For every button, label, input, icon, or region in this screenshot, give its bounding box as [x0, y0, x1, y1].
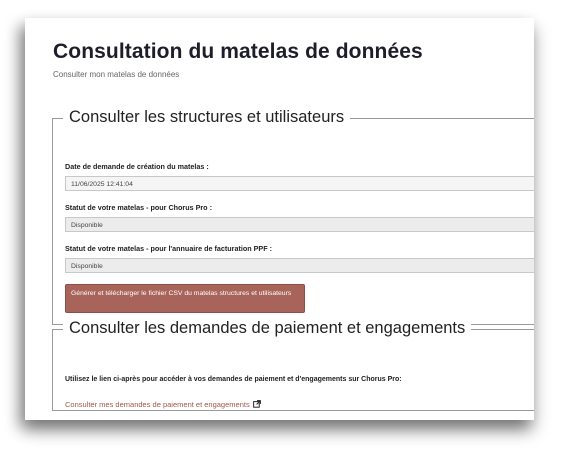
chorus-status-label: Statut de votre matelas - pour Chorus Pr… [65, 203, 212, 212]
paiement-description: Utilisez le lien ci-après pour accéder à… [65, 376, 402, 383]
ppf-status-field[interactable]: Disponible [65, 258, 534, 273]
page-subtitle: Consulter mon matelas de données [53, 70, 180, 79]
chorus-paiement-link[interactable]: Consulter mes demandes de paiement et en… [65, 400, 261, 410]
download-csv-button[interactable]: Générer et télécharger le fichier CSV du… [65, 284, 305, 313]
creation-date-field[interactable]: 11/06/2025 12:41:04 [65, 176, 534, 191]
paiement-section: Consulter les demandes de paiement et en… [52, 319, 534, 411]
chorus-status-field[interactable]: Disponible [65, 217, 534, 232]
page-title: Consultation du matelas de données [53, 40, 423, 63]
ppf-status-label: Statut de votre matelas - pour l'annuair… [65, 244, 272, 253]
structures-section-legend: Consulter les structures et utilisateurs [63, 108, 351, 127]
creation-date-label: Date de demande de création du matelas : [65, 162, 209, 171]
chorus-paiement-link-label: Consulter mes demandes de paiement et en… [65, 400, 250, 409]
structures-section: Consulter les structures et utilisateurs… [52, 108, 534, 325]
paiement-section-legend: Consulter les demandes de paiement et en… [63, 319, 472, 338]
external-link-icon [252, 400, 261, 410]
main-card: Consultation du matelas de données Consu… [25, 18, 534, 420]
